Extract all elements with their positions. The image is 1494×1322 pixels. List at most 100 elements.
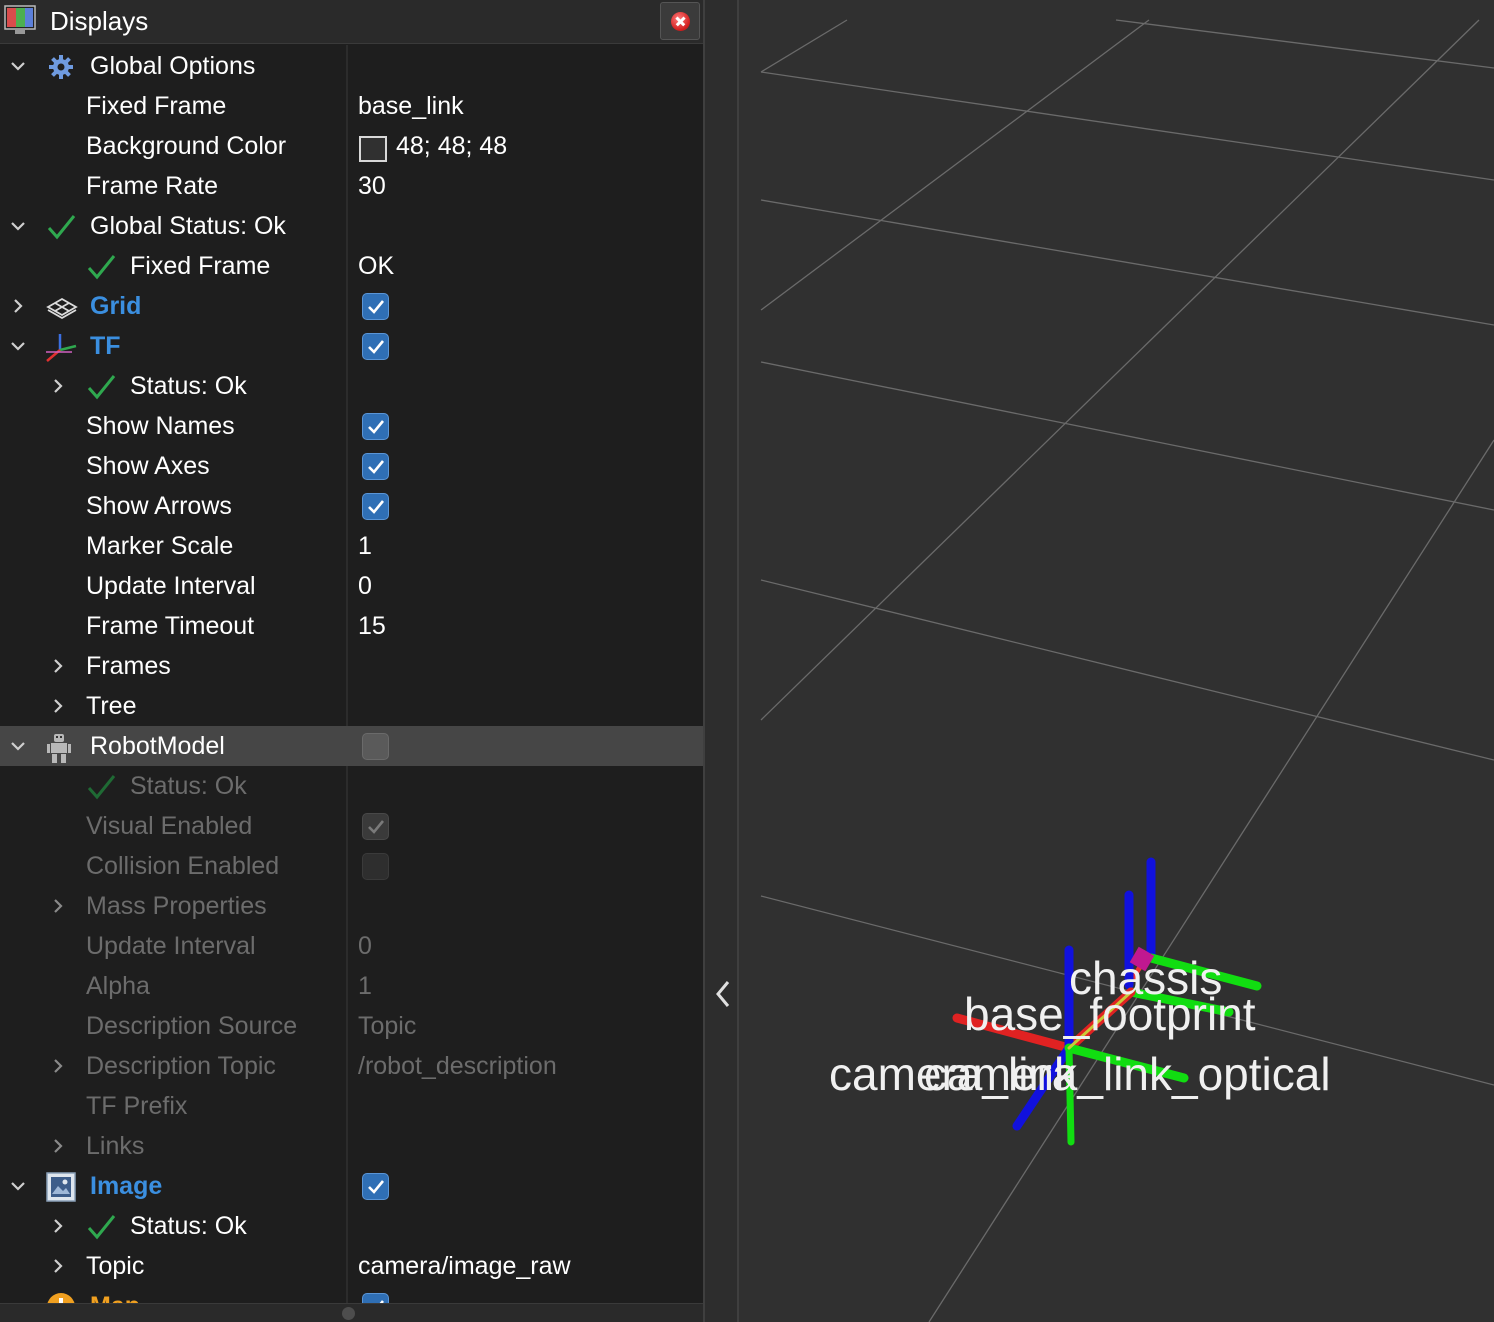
- tree-label: Grid: [90, 292, 142, 320]
- warning-icon: [46, 1292, 76, 1303]
- checkmark-icon: [86, 772, 116, 802]
- horizontal-scrollbar[interactable]: [0, 1303, 703, 1322]
- tree-row-tf[interactable]: TF: [0, 326, 703, 366]
- update-interval-value[interactable]: 0: [358, 932, 372, 961]
- tree-label: Update Interval: [86, 932, 256, 960]
- tree-row-global-options[interactable]: Global Options: [0, 46, 703, 86]
- tree-row-show-axes[interactable]: Show Axes: [0, 446, 703, 486]
- tree-label: TF: [90, 332, 121, 360]
- tree-row-tf-prefix[interactable]: TF Prefix: [0, 1086, 703, 1126]
- chevron-right-icon[interactable]: [50, 1257, 66, 1275]
- tree-row-show-arrows[interactable]: Show Arrows: [0, 486, 703, 526]
- tree-row-image-status[interactable]: Status: Ok: [0, 1206, 703, 1246]
- description-source-value[interactable]: Topic: [358, 1012, 416, 1041]
- tree-label: Frame Rate: [86, 172, 218, 200]
- tree-label: Map: [90, 1292, 140, 1303]
- chevron-down-icon[interactable]: [10, 1177, 26, 1195]
- frame-rate-value[interactable]: 30: [358, 172, 386, 201]
- map-enabled-checkbox[interactable]: [362, 1293, 389, 1303]
- panel-splitter[interactable]: [703, 0, 739, 1322]
- tree-row-fixed-frame[interactable]: Fixed Frame base_link: [0, 86, 703, 126]
- status-value: OK: [358, 252, 395, 280]
- tree-row-image-topic[interactable]: Topic camera/image_raw: [0, 1246, 703, 1286]
- tree-label: Topic: [86, 1252, 145, 1280]
- tree-row-background-color[interactable]: Background Color 48; 48; 48: [0, 126, 703, 166]
- chevron-left-icon[interactable]: [713, 978, 733, 1010]
- tree-label: Show Arrows: [86, 492, 232, 520]
- tree-row-links[interactable]: Links: [0, 1126, 703, 1166]
- chevron-right-icon[interactable]: [10, 297, 26, 315]
- tree-label: TF Prefix: [86, 1092, 188, 1120]
- tree-row-mass-properties[interactable]: Mass Properties: [0, 886, 703, 926]
- frame-timeout-value[interactable]: 15: [358, 612, 386, 641]
- tree-label: Fixed Frame: [86, 92, 227, 120]
- displays-panel: Displays Global Options Fixed Frame base…: [0, 0, 703, 1322]
- checkmark-icon: [86, 252, 116, 282]
- frame-label-camera-link-optical: camera_link_optical: [924, 1048, 1331, 1100]
- tree-label: Status: Ok: [130, 1212, 247, 1240]
- tree-row-image[interactable]: Image: [0, 1166, 703, 1206]
- tree-row-tf-status[interactable]: Status: Ok: [0, 366, 703, 406]
- chevron-down-icon[interactable]: [10, 57, 26, 75]
- checkmark-icon: [86, 372, 116, 402]
- description-topic-value[interactable]: /robot_description: [358, 1052, 557, 1081]
- tree-row-status-fixed-frame[interactable]: Fixed Frame OK: [0, 246, 703, 286]
- visual-enabled-checkbox[interactable]: [362, 813, 389, 840]
- tree-row-frames[interactable]: Frames: [0, 646, 703, 686]
- image-enabled-checkbox[interactable]: [362, 1173, 389, 1200]
- close-button[interactable]: [660, 2, 700, 40]
- chevron-down-icon[interactable]: [10, 217, 26, 235]
- robot-model-enabled-checkbox[interactable]: [362, 733, 389, 760]
- chevron-right-icon[interactable]: [50, 1057, 66, 1075]
- background-color-value[interactable]: 48; 48; 48: [396, 132, 507, 161]
- chevron-right-icon[interactable]: [50, 1137, 66, 1155]
- update-interval-value[interactable]: 0: [358, 572, 372, 601]
- tree-label: Mass Properties: [86, 892, 267, 920]
- tree-label: Alpha: [86, 972, 150, 1000]
- alpha-value[interactable]: 1: [358, 972, 372, 1001]
- frame-label-base-footprint: base_footprint: [964, 988, 1256, 1040]
- color-swatch[interactable]: [359, 136, 387, 162]
- tf-enabled-checkbox[interactable]: [362, 333, 389, 360]
- tree-row-frame-timeout[interactable]: Frame Timeout 15: [0, 606, 703, 646]
- show-arrows-checkbox[interactable]: [362, 493, 389, 520]
- chevron-right-icon[interactable]: [50, 657, 66, 675]
- tree-row-description-source[interactable]: Description Source Topic: [0, 1006, 703, 1046]
- scrollbar-handle[interactable]: [342, 1307, 355, 1320]
- tree-label: Show Axes: [86, 452, 210, 480]
- tree-label: Global Options: [90, 52, 256, 80]
- tree-row-description-topic[interactable]: Description Topic /robot_description: [0, 1046, 703, 1086]
- tree-row-robot-model[interactable]: RobotModel: [0, 726, 703, 766]
- show-names-checkbox[interactable]: [362, 413, 389, 440]
- marker-scale-value[interactable]: 1: [358, 532, 372, 561]
- image-topic-value[interactable]: camera/image_raw: [358, 1252, 571, 1281]
- chevron-right-icon[interactable]: [50, 697, 66, 715]
- chevron-down-icon[interactable]: [10, 737, 26, 755]
- fixed-frame-value[interactable]: base_link: [358, 92, 464, 121]
- tree-row-global-status[interactable]: Global Status: Ok: [0, 206, 703, 246]
- tree-label: Fixed Frame: [130, 252, 271, 280]
- tree-row-collision-enabled[interactable]: Collision Enabled: [0, 846, 703, 886]
- render-canvas[interactable]: chassis base_footprint camera_link camer…: [739, 0, 1494, 1322]
- tree-label: Links: [86, 1132, 145, 1160]
- tree-row-tree[interactable]: Tree: [0, 686, 703, 726]
- tree-row-map[interactable]: Map: [0, 1286, 703, 1303]
- tree-row-frame-rate[interactable]: Frame Rate 30: [0, 166, 703, 206]
- grid-enabled-checkbox[interactable]: [362, 293, 389, 320]
- tree-row-visual-enabled[interactable]: Visual Enabled: [0, 806, 703, 846]
- tree-row-grid[interactable]: Grid: [0, 286, 703, 326]
- tree-row-marker-scale[interactable]: Marker Scale 1: [0, 526, 703, 566]
- 3d-render-view[interactable]: chassis base_footprint camera_link camer…: [739, 0, 1494, 1322]
- collision-enabled-checkbox[interactable]: [362, 853, 389, 880]
- chevron-right-icon[interactable]: [50, 377, 66, 395]
- chevron-right-icon[interactable]: [50, 1217, 66, 1235]
- tree-row-robot-model-status[interactable]: Status: Ok: [0, 766, 703, 806]
- tree-row-alpha[interactable]: Alpha 1: [0, 966, 703, 1006]
- tree-row-update-interval[interactable]: Update Interval 0: [0, 566, 703, 606]
- chevron-down-icon[interactable]: [10, 337, 26, 355]
- show-axes-checkbox[interactable]: [362, 453, 389, 480]
- tree-label: Status: Ok: [130, 772, 247, 800]
- tree-row-show-names[interactable]: Show Names: [0, 406, 703, 446]
- tree-row-update-interval[interactable]: Update Interval 0: [0, 926, 703, 966]
- chevron-right-icon[interactable]: [50, 897, 66, 915]
